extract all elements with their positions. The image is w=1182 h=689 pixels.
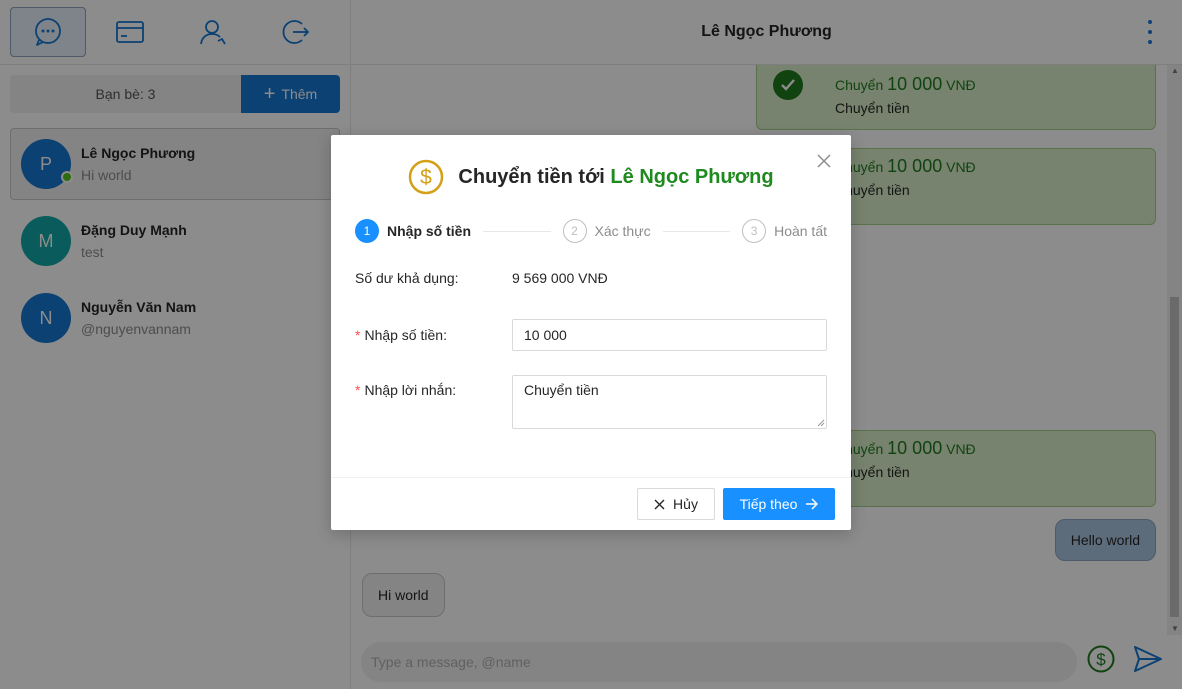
- amount-row: * Nhập số tiền: 10 000: [355, 319, 827, 351]
- transfer-modal: $ Chuyển tiền tới Lê Ngọc Phương 1 Nhập …: [331, 135, 851, 530]
- modal-footer: Hủy Tiếp theo: [331, 477, 851, 530]
- resize-handle-icon[interactable]: [817, 419, 825, 427]
- balance-row: Số dư khả dụng: 9 569 000 VNĐ: [355, 270, 827, 286]
- amount-label: * Nhập số tiền:: [355, 327, 447, 343]
- cancel-label: Hủy: [673, 496, 698, 512]
- step-label: Nhập số tiền: [387, 223, 472, 239]
- arrow-right-icon: [806, 498, 819, 510]
- step-enter-amount: 1 Nhập số tiền: [355, 219, 471, 243]
- amount-input[interactable]: 10 000: [512, 319, 827, 351]
- modal-title: $ Chuyển tiền tới Lê Ngọc Phương: [331, 159, 851, 195]
- step-number: 2: [562, 219, 587, 243]
- step-verify: 2 Xác thực: [562, 219, 651, 243]
- step-divider: [662, 230, 731, 232]
- dollar-coin-icon: $: [409, 159, 444, 195]
- close-icon: [654, 499, 665, 509]
- cancel-button[interactable]: Hủy: [637, 488, 715, 520]
- modal-recipient-name: Lê Ngọc Phương: [610, 165, 774, 188]
- modal-title-prefix: Chuyển tiền tới: [458, 165, 605, 188]
- next-button[interactable]: Tiếp theo: [723, 488, 835, 520]
- svg-text:$: $: [421, 166, 433, 189]
- step-divider: [483, 230, 551, 232]
- message-label: * Nhập lời nhắn:: [355, 382, 457, 398]
- step-number: 1: [355, 219, 379, 243]
- message-row: * Nhập lời nhắn: Chuyển tiền: [355, 375, 827, 429]
- step-label: Xác thực: [594, 223, 651, 239]
- step-label: Hoàn tất: [774, 223, 828, 239]
- balance-label: Số dư khả dụng:: [355, 270, 459, 286]
- steps: 1 Nhập số tiền 2 Xác thực 3 Hoàn tất: [355, 219, 827, 243]
- balance-value: 9 569 000 VNĐ: [512, 270, 608, 286]
- message-text: Chuyển tiền: [524, 382, 599, 398]
- next-label: Tiếp theo: [739, 496, 798, 512]
- step-complete: 3 Hoàn tất: [742, 219, 827, 243]
- step-number: 3: [742, 219, 767, 243]
- message-textarea[interactable]: Chuyển tiền: [512, 375, 827, 429]
